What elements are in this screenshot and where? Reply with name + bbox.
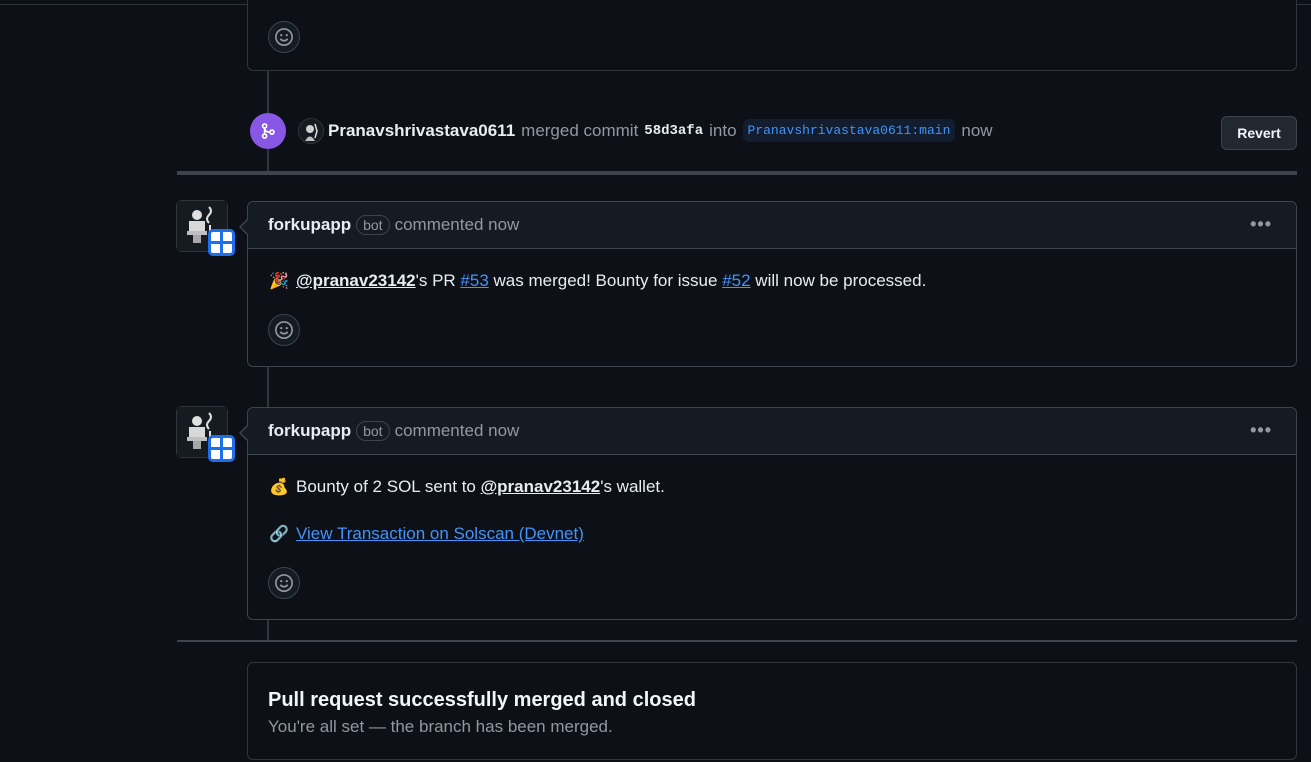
comment-card: forkupapp bot commented now ••• 🎉 @prana…: [239, 201, 1297, 367]
github-app-badge-icon: [208, 435, 235, 462]
comment-card: forkupapp bot commented now ••• 💰 Bounty…: [239, 407, 1297, 620]
avatar-image: [299, 119, 323, 143]
bot-label: bot: [356, 421, 390, 441]
comment-timestamp[interactable]: commented now: [395, 421, 520, 441]
timeline-line: [267, 367, 269, 407]
merge-action-text: merged commit: [521, 120, 639, 140]
comment-text: 's PR: [415, 271, 461, 290]
party-popper-icon: 🎉: [269, 273, 289, 290]
comment-text: Bounty of 2 SOL sent to: [296, 477, 481, 496]
merge-author-link[interactable]: Pranavshrivastava0611: [328, 121, 515, 141]
merge-event-text: Pranavshrivastava0611 merged commit 58d3…: [328, 119, 993, 142]
add-reaction-button[interactable]: [268, 567, 300, 599]
smiley-icon: [275, 321, 293, 339]
comment-author-link[interactable]: forkupapp: [268, 421, 351, 441]
bot-label: bot: [356, 215, 390, 235]
comment-text: will now be processed.: [750, 271, 927, 290]
money-bag-icon: 💰: [269, 479, 289, 496]
comment-header: forkupapp bot commented now •••: [239, 202, 1296, 249]
smiley-icon: [275, 28, 293, 46]
commit-sha-link[interactable]: 58d3afa: [644, 123, 703, 139]
revert-button[interactable]: Revert: [1221, 116, 1297, 150]
merge-status-box: Pull request successfully merged and clo…: [247, 662, 1297, 760]
merge-status-title: Pull request successfully merged and clo…: [268, 689, 696, 711]
author-avatar[interactable]: [298, 118, 324, 144]
comment-body-line: 🎉 @pranav23142 's PR #53 was merged! Bou…: [269, 271, 926, 291]
merge-status-subtitle: You're all set — the branch has been mer…: [268, 717, 613, 736]
previous-comment-card: [247, 0, 1297, 71]
comment-author-link[interactable]: forkupapp: [268, 215, 351, 235]
comment-options-icon[interactable]: •••: [1250, 420, 1272, 441]
merge-into-text: into: [709, 120, 737, 140]
github-app-badge-icon: [208, 229, 235, 256]
merge-badge: [250, 113, 286, 149]
add-reaction-button[interactable]: [268, 21, 300, 53]
comment-text: was merged! Bounty for issue: [488, 271, 723, 290]
comment-body-line: 🔗 View Transaction on Solscan (Devnet): [269, 524, 584, 544]
comment-options-icon[interactable]: •••: [1250, 214, 1272, 235]
pr-link[interactable]: #53: [460, 271, 488, 291]
comment-header: forkupapp bot commented now •••: [239, 408, 1296, 455]
timeline-line: [267, 620, 269, 640]
user-mention-link[interactable]: @pranav23142: [481, 477, 601, 497]
add-reaction-button[interactable]: [268, 314, 300, 346]
smiley-icon: [275, 574, 293, 592]
issue-link[interactable]: #52: [722, 271, 750, 291]
target-branch-link[interactable]: Pranavshrivastava0611:main: [742, 119, 956, 142]
timeline-divider: [177, 171, 1297, 175]
timeline-end-divider: [177, 640, 1297, 642]
solscan-transaction-link[interactable]: View Transaction on Solscan (Devnet): [296, 524, 584, 544]
comment-timestamp[interactable]: commented now: [395, 215, 520, 235]
merge-time[interactable]: now: [961, 121, 992, 141]
comment-body-line: 💰 Bounty of 2 SOL sent to @pranav23142 '…: [269, 477, 665, 497]
link-icon: 🔗: [269, 526, 289, 543]
comment-text: 's wallet.: [600, 477, 665, 496]
git-merge-icon: [261, 123, 275, 139]
user-mention-link[interactable]: @pranav23142: [296, 271, 416, 291]
